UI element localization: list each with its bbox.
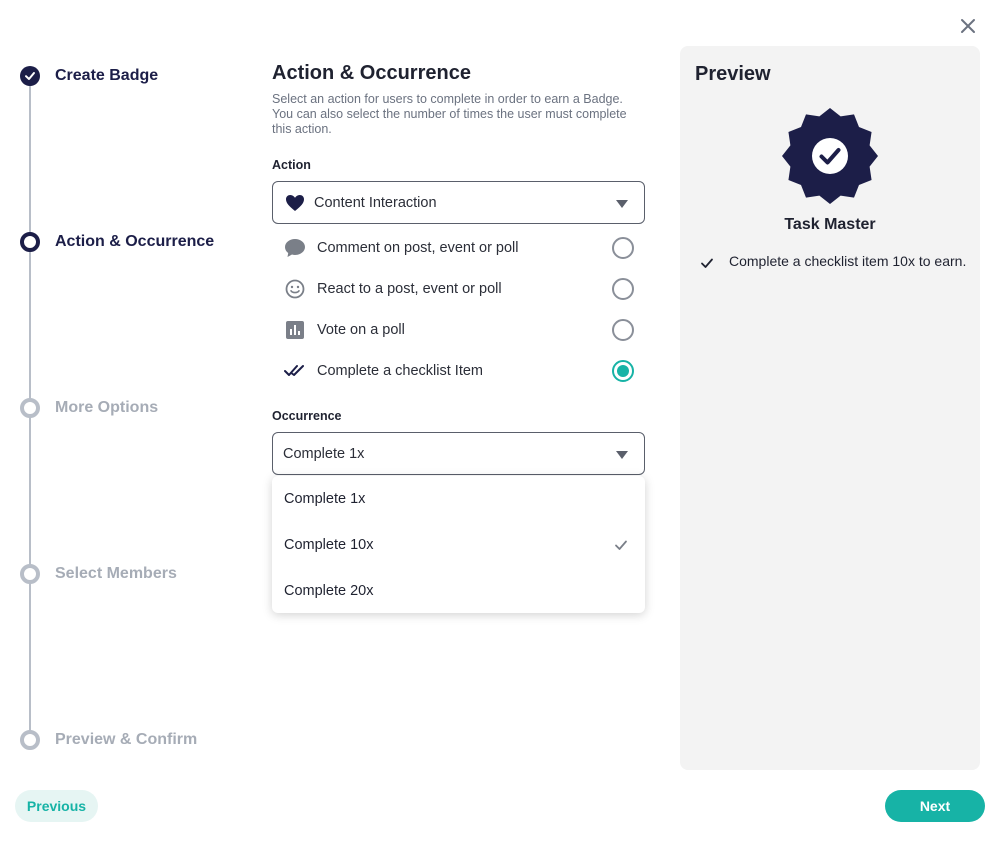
comment-icon	[284, 237, 306, 259]
step-label: Create Badge	[55, 67, 159, 84]
occurrence-field-label: Occurrence	[272, 409, 342, 423]
badge-icon	[782, 108, 878, 204]
heart-icon	[285, 194, 305, 212]
next-button[interactable]: Next	[885, 790, 985, 822]
occurrence-option[interactable]: Complete 1x	[272, 476, 645, 522]
preview-title: Preview	[695, 63, 771, 85]
action-option-radio[interactable]	[612, 237, 634, 259]
occurrence-option-label: Complete 10x	[284, 537, 374, 553]
occurrence-option[interactable]: Complete 20x	[272, 568, 645, 614]
occurrence-option[interactable]: Complete 10x	[272, 522, 645, 568]
action-option-radio[interactable]	[612, 360, 634, 382]
step-current-icon	[20, 232, 40, 252]
poll-icon	[284, 319, 306, 341]
action-option-radio[interactable]	[612, 278, 634, 300]
step-pending-icon	[20, 730, 40, 750]
step-label: Action & Occurrence	[55, 233, 215, 250]
action-select-value: Content Interaction	[314, 194, 437, 211]
step-complete-icon	[20, 66, 40, 86]
check-icon	[701, 258, 713, 268]
action-option-react[interactable]: React to a post, event or poll	[272, 271, 645, 307]
occurrence-option-label: Complete 20x	[284, 583, 374, 599]
action-option-label: Comment on post, event or poll	[317, 240, 519, 256]
action-option-checklist[interactable]: Complete a checklist Item	[272, 353, 645, 389]
step-more-options[interactable]: More Options	[20, 397, 158, 419]
occurrence-select-value: Complete 1x	[283, 445, 365, 462]
page-description: Select an action for users to complete i…	[272, 92, 627, 136]
step-select-members[interactable]: Select Members	[20, 563, 177, 585]
step-pending-icon	[20, 398, 40, 418]
action-field-label: Action	[272, 158, 311, 172]
action-select[interactable]: Content Interaction	[272, 181, 645, 224]
occurrence-option-label: Complete 1x	[284, 491, 366, 507]
page-title: Action & Occurrence	[272, 62, 471, 84]
badge-name: Task Master	[784, 216, 876, 233]
previous-button[interactable]: Previous	[15, 790, 98, 822]
step-label: Preview & Confirm	[55, 731, 198, 748]
action-option-label: Vote on a poll	[317, 322, 405, 338]
badge-requirement: Complete a checklist item 10x to earn.	[700, 253, 970, 270]
chevron-down-icon	[616, 451, 628, 459]
form-header: Action & Occurrence Select an action for…	[272, 60, 645, 137]
action-option-label: Complete a checklist Item	[317, 363, 484, 379]
action-option-vote[interactable]: Vote on a poll	[272, 312, 645, 348]
smiley-icon	[284, 278, 306, 300]
requirement-text: Complete a checklist item 10x to earn.	[729, 253, 967, 269]
step-label: Select Members	[55, 565, 177, 582]
step-label: More Options	[55, 399, 159, 416]
progress-stepper: Create Badge Action & Occurrence More Op…	[0, 0, 250, 842]
action-option-label: React to a post, event or poll	[317, 281, 502, 297]
close-icon	[961, 19, 975, 33]
double-check-icon	[284, 360, 306, 382]
step-preview-confirm[interactable]: Preview & Confirm	[20, 729, 197, 751]
step-action-occurrence[interactable]: Action & Occurrence	[20, 231, 214, 253]
action-option-comment[interactable]: Comment on post, event or poll	[272, 230, 645, 266]
close-button[interactable]	[957, 15, 979, 37]
preview-panel: Preview Task Master Complete a checklist…	[680, 46, 980, 770]
action-option-radio[interactable]	[612, 319, 634, 341]
chevron-down-icon	[616, 200, 628, 208]
step-pending-icon	[20, 564, 40, 584]
occurrence-dropdown-menu: Complete 1x Complete 10x Complete 20x	[272, 476, 645, 613]
occurrence-select[interactable]: Complete 1x	[272, 432, 645, 475]
step-create-badge[interactable]: Create Badge	[20, 65, 158, 87]
check-icon	[615, 540, 627, 550]
